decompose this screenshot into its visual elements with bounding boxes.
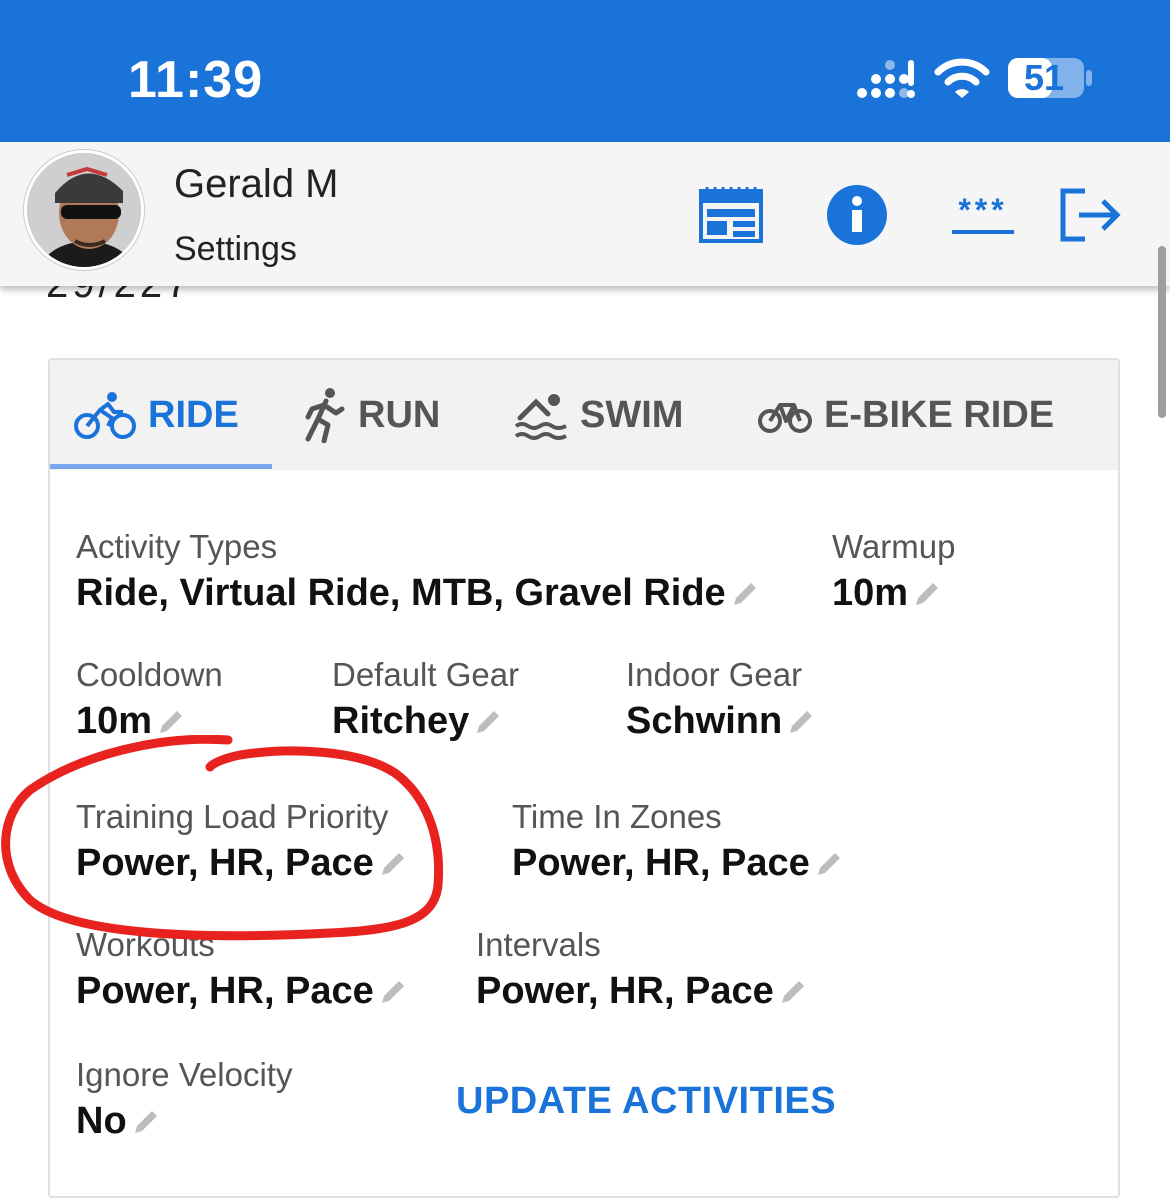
tab-swim[interactable]: SWIM [514,360,683,470]
pencil-icon[interactable] [378,977,408,1007]
field-label: Intervals [476,926,601,963]
field-label: Indoor Gear [626,656,803,693]
battery-icon: 51 [1008,56,1094,105]
swim-icon [514,394,567,440]
pencil-icon[interactable] [814,849,844,879]
bike-icon [74,392,136,439]
field-value: Ritchey [332,700,470,742]
user-name: Gerald M [174,162,339,206]
field-cooldown: Cooldown 10m [76,656,223,743]
pencil-icon[interactable] [778,977,808,1007]
ebike-icon [758,403,812,433]
scrollbar[interactable] [1158,246,1166,418]
calendar-icon[interactable] [698,182,764,248]
tab-label: SWIM [580,393,684,436]
tab-run[interactable]: RUN [302,360,440,470]
field-value: Power, HR, Pace [76,970,374,1012]
app-header: Gerald M Settings *** [0,142,1170,286]
pencil-icon[interactable] [730,579,760,609]
password-icon[interactable]: *** [950,182,1016,248]
field-value: Schwinn [626,700,783,742]
field-label: Cooldown [76,656,223,693]
field-label: Activity Types [76,528,278,565]
field-intervals: Intervals Power, HR, Pace [476,926,808,1013]
field-warmup: Warmup 10m [832,528,955,615]
field-label: Training Load Priority [76,798,389,835]
sport-tabs: RIDE RUN SWIM E-BIKE RIDE [50,360,1118,470]
tab-label: RIDE [148,393,239,436]
field-value: 10m [76,700,153,742]
pencil-icon[interactable] [156,707,186,737]
settings-card: RIDE RUN SWIM E-BIKE RIDE Activity Types… [48,358,1120,1198]
field-label: Workouts [76,926,215,963]
status-bar: 11:39 51 [0,0,1170,142]
field-value: No [76,1100,127,1142]
field-activity-types: Activity Types Ride, Virtual Ride, MTB, … [76,528,760,615]
tab-ebike[interactable]: E-BIKE RIDE [758,360,1054,470]
update-activities-button[interactable]: UPDATE ACTIVITIES [456,1080,836,1123]
field-indoor-gear: Indoor Gear Schwinn [626,656,816,743]
avatar[interactable] [24,150,144,270]
field-label: Time In Zones [512,798,722,835]
field-time-in-zones: Time In Zones Power, HR, Pace [512,798,844,885]
field-value: Power, HR, Pace [476,970,774,1012]
logout-icon[interactable] [1058,182,1124,248]
pencil-icon[interactable] [786,707,816,737]
field-value: Power, HR, Pace [512,842,810,884]
field-workouts: Workouts Power, HR, Pace [76,926,408,1013]
active-tab-indicator [50,464,272,469]
signal-icon [856,60,916,105]
status-time: 11:39 [128,51,264,109]
field-label: Default Gear [332,656,520,693]
field-label: Ignore Velocity [76,1056,293,1093]
battery-level: 51 [1024,57,1065,98]
field-value: Power, HR, Pace [76,842,374,884]
pencil-icon[interactable] [912,579,942,609]
field-ignore-velocity: Ignore Velocity No [76,1056,292,1143]
field-value: 10m [832,572,909,614]
wifi-icon [934,56,990,105]
field-value: Ride, Virtual Ride, MTB, Gravel Ride [76,572,726,614]
pencil-icon[interactable] [131,1107,161,1137]
pencil-icon[interactable] [378,849,408,879]
page-subtitle: Settings [174,230,297,268]
pencil-icon[interactable] [473,707,503,737]
run-icon [305,388,345,443]
password-icon-text: *** [958,192,1008,228]
field-training-load-priority: Training Load Priority Power, HR, Pace [76,798,408,885]
info-icon[interactable] [824,182,890,248]
tab-label: E-BIKE RIDE [824,393,1055,436]
field-label: Warmup [832,528,956,565]
field-default-gear: Default Gear Ritchey [332,656,519,743]
tab-label: RUN [358,393,441,436]
tab-ride[interactable]: RIDE [74,360,239,470]
